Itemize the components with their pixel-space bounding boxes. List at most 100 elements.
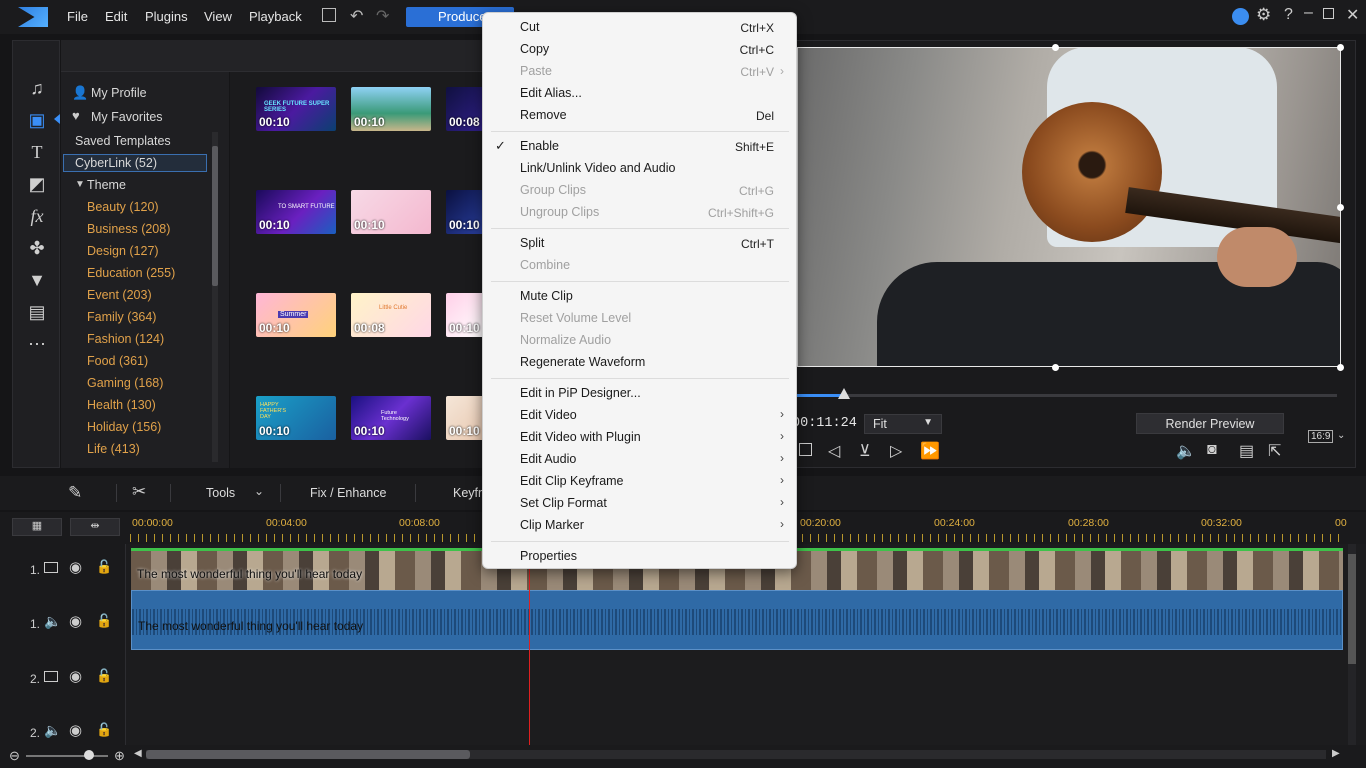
split-marker-icon[interactable]: ⊻	[859, 441, 871, 461]
tree-scrollbar[interactable]	[212, 132, 218, 462]
menu-remove[interactable]: Remove	[520, 108, 567, 122]
menu-set-clip-format[interactable]: Set Clip Format	[520, 496, 607, 510]
menu-link-unlink[interactable]: Link/Unlink Video and Audio	[520, 161, 675, 175]
timeline-vertical-scrollbar[interactable]	[1348, 544, 1356, 748]
tree-cat-family[interactable]: Family (364)	[87, 310, 156, 324]
redo-icon[interactable]: ↷	[376, 6, 389, 26]
template-thumb[interactable]: Little Cutie 00:08	[351, 293, 431, 337]
menu-enable[interactable]: Enable	[520, 139, 559, 153]
template-thumb[interactable]: GEEK FUTURE SUPER SERIES 00:10	[256, 87, 336, 131]
menu-edit-audio[interactable]: Edit Audio	[520, 452, 576, 466]
scissors-icon[interactable]: ✂	[132, 482, 146, 502]
template-thumb[interactable]: 00:10	[351, 87, 431, 131]
pip-room-icon[interactable]: ✤	[25, 237, 49, 259]
snapshot-icon[interactable]: ◙	[1207, 441, 1217, 459]
track-manager-button[interactable]: ▦	[12, 518, 62, 536]
more-icon[interactable]: ⋯	[25, 333, 49, 355]
tree-cat-holiday[interactable]: Holiday (156)	[87, 420, 161, 434]
render-preview-button[interactable]: Render Preview	[1136, 413, 1284, 434]
audio-track-icon[interactable]: 🔈	[44, 722, 61, 739]
menu-split[interactable]: Split	[520, 236, 544, 250]
timeline-horizontal-scrollbar[interactable]	[146, 750, 1326, 759]
undo-icon[interactable]: ↶	[350, 6, 363, 26]
template-thumb[interactable]: 00:10	[446, 293, 484, 337]
tools-menu-label[interactable]: Tools	[206, 486, 235, 500]
menu-edit-clip-keyframe[interactable]: Edit Clip Keyframe	[520, 474, 624, 488]
tree-cat-beauty[interactable]: Beauty (120)	[87, 200, 159, 214]
menu-mute-clip[interactable]: Mute Clip	[520, 289, 573, 303]
template-thumb[interactable]: HAPPY FATHER'S DAY 00:10	[256, 396, 336, 440]
lock-icon[interactable]: 🔓	[96, 668, 112, 684]
close-icon[interactable]: ✕	[1346, 5, 1359, 25]
menu-copy[interactable]: Copy	[520, 42, 549, 56]
video-track-icon[interactable]	[44, 562, 58, 573]
audio-clip[interactable]: The most wonderful thing you'll hear tod…	[131, 590, 1343, 650]
detach-preview-icon[interactable]: ⇱	[1268, 441, 1281, 461]
tree-cat-event[interactable]: Event (203)	[87, 288, 152, 302]
menu-pip-designer[interactable]: Edit in PiP Designer...	[520, 386, 641, 400]
tree-saved-templates[interactable]: Saved Templates	[75, 134, 171, 148]
menu-view[interactable]: View	[204, 9, 232, 24]
subtitle-room-icon[interactable]: ▤	[25, 301, 49, 323]
tree-cat-life[interactable]: Life (413)	[87, 442, 140, 456]
menu-regenerate-waveform[interactable]: Regenerate Waveform	[520, 355, 645, 369]
tree-cat-health[interactable]: Health (130)	[87, 398, 156, 412]
tree-cat-fashion[interactable]: Fashion (124)	[87, 332, 164, 346]
lock-icon[interactable]: 🔓	[96, 559, 112, 575]
tree-my-profile[interactable]: My Profile	[91, 86, 147, 100]
tree-cat-education[interactable]: Education (255)	[87, 266, 175, 280]
fit-timeline-button[interactable]: ⇹	[70, 518, 120, 536]
particle-room-icon[interactable]: ▼	[25, 269, 49, 291]
timecode-display[interactable]: 00:11:24	[797, 416, 857, 431]
save-icon[interactable]	[322, 8, 336, 22]
menu-clip-marker[interactable]: Clip Marker	[520, 518, 584, 532]
menu-cut[interactable]: Cut	[520, 20, 539, 34]
menu-edit-video[interactable]: Edit Video	[520, 408, 577, 422]
preview-scrubber-track[interactable]	[797, 394, 1337, 397]
resize-handle[interactable]	[1052, 44, 1059, 51]
tree-scrollbar-thumb[interactable]	[212, 146, 218, 286]
lock-icon[interactable]: 🔓	[96, 722, 112, 738]
volume-icon[interactable]: 🔈	[1176, 441, 1196, 461]
app-logo-icon[interactable]	[18, 7, 48, 27]
media-room-icon[interactable]: ♫	[25, 77, 49, 99]
fit-dropdown[interactable]: Fit ▼	[864, 414, 942, 434]
menu-properties[interactable]: Properties	[520, 549, 577, 563]
resize-handle[interactable]	[1337, 44, 1344, 51]
fix-enhance-button[interactable]: Fix / Enhance	[310, 486, 386, 500]
menu-edit-video-plugin[interactable]: Edit Video with Plugin	[520, 430, 641, 444]
previous-frame-icon[interactable]: ◁	[828, 441, 840, 461]
template-room-icon[interactable]: ▣	[25, 109, 49, 131]
chevron-down-icon[interactable]: ⌄	[1337, 430, 1345, 441]
title-room-icon[interactable]: T	[25, 141, 49, 163]
lock-icon[interactable]: 🔓	[96, 613, 112, 629]
zoom-slider[interactable]	[26, 755, 108, 757]
eye-icon[interactable]: ◉	[69, 612, 82, 630]
transition-room-icon[interactable]: ◩	[25, 173, 49, 195]
template-thumb[interactable]: 00:10	[351, 190, 431, 234]
notification-icon[interactable]	[1232, 8, 1249, 25]
resize-handle[interactable]	[1337, 204, 1344, 211]
expand-triangle-icon[interactable]: ▼	[75, 179, 85, 190]
chevron-down-icon[interactable]: ⌄	[254, 484, 264, 498]
menu-playback[interactable]: Playback	[249, 9, 302, 24]
tree-cat-gaming[interactable]: Gaming (168)	[87, 376, 163, 390]
preview-scrubber-handle[interactable]	[838, 388, 850, 399]
template-thumb[interactable]: TO SMART FUTURE 00:10	[256, 190, 336, 234]
effect-room-icon[interactable]: fx	[25, 205, 49, 227]
timeline-horizontal-scrollbar-thumb[interactable]	[146, 750, 470, 759]
eye-icon[interactable]: ◉	[69, 558, 82, 576]
menu-plugins[interactable]: Plugins	[145, 9, 188, 24]
menu-file[interactable]: File	[67, 9, 88, 24]
tree-cat-food[interactable]: Food (361)	[87, 354, 148, 368]
subtitle-icon[interactable]: ▤	[1239, 441, 1254, 461]
template-thumb[interactable]: Summer 00:10	[256, 293, 336, 337]
resize-handle[interactable]	[1052, 364, 1059, 371]
zoom-in-icon[interactable]: ⊕	[114, 748, 125, 764]
timeline-vertical-scrollbar-thumb[interactable]	[1348, 554, 1356, 664]
tree-cyberlink[interactable]: CyberLink (52)	[75, 156, 157, 170]
video-track-icon[interactable]	[44, 671, 58, 682]
settings-icon[interactable]: ⚙	[1256, 5, 1271, 25]
zoom-slider-handle[interactable]	[84, 750, 94, 760]
menu-edit[interactable]: Edit	[105, 9, 127, 24]
